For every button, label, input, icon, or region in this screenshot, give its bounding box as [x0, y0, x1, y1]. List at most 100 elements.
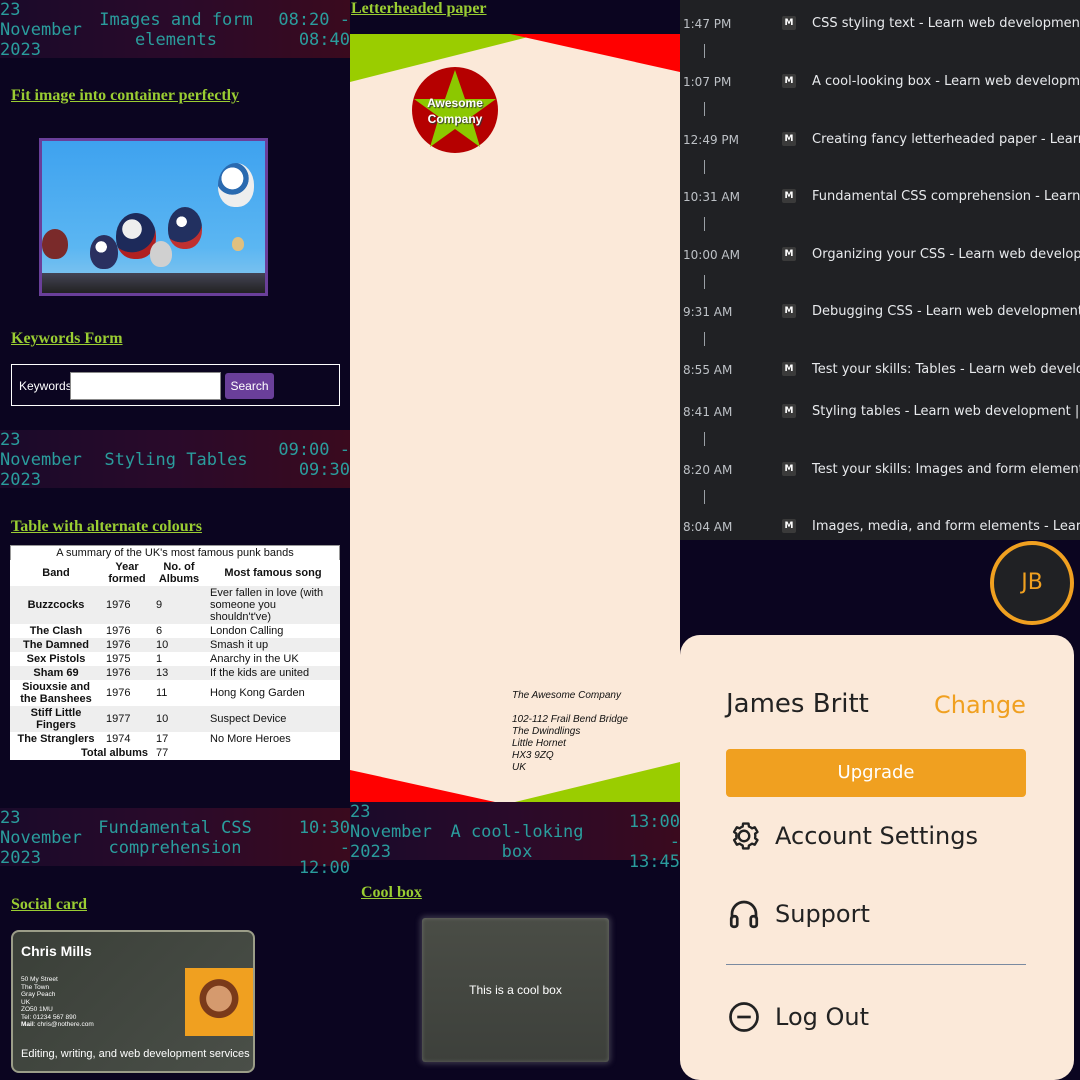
- support-item[interactable]: Support: [726, 894, 1026, 934]
- column-header: Most famous song: [224, 567, 322, 579]
- search-button[interactable]: Search: [225, 373, 274, 399]
- history-entry[interactable]: 1:07 PM M A cool-looking box - Learn web d…: [680, 72, 1080, 92]
- mdn-favicon-icon: M: [782, 247, 796, 261]
- banner-time: 09:00 - 09:30: [278, 440, 350, 480]
- mdn-favicon-icon: M: [782, 74, 796, 88]
- history-entry[interactable]: 8:04 AM M Images, media, and form elements…: [680, 517, 1080, 537]
- table-row: Siouxsie and the Banshees 1976 11 Hong Kong…: [10, 680, 340, 706]
- company-logo: Awesome Company: [412, 67, 498, 153]
- timeline-connector: [704, 44, 705, 58]
- history-time: 8:55 AM: [683, 363, 733, 377]
- table-row: Sex Pistols 1975 1 Anarchy in the UK: [10, 652, 340, 666]
- history-entry[interactable]: 10:00 AM M Organizing your CSS - Learn web…: [680, 245, 1080, 265]
- table-cell: 1977: [106, 713, 131, 725]
- history-entry[interactable]: 8:55 AM M Test your skills: Tables - Learn…: [680, 360, 1080, 380]
- keywords-input[interactable]: [70, 372, 221, 400]
- address-line: The Town: [21, 983, 50, 991]
- headphones-icon: [729, 900, 759, 929]
- panel-browser: 1:47 PM M CSS styling text - Learn web dev…: [680, 0, 1080, 1080]
- history-time: 12:49 PM: [683, 133, 739, 147]
- history-time: 8:04 AM: [683, 520, 733, 534]
- timeline-connector: [704, 275, 705, 289]
- log-out-item[interactable]: Log Out: [726, 997, 1026, 1037]
- history-time: 1:47 PM: [683, 17, 732, 31]
- history-title: Styling tables - Learn web development |…: [812, 404, 1080, 419]
- section-heading: Fit image into container perfectly: [11, 87, 240, 104]
- table-cell: If the kids are united: [210, 667, 310, 679]
- table-cell: 11: [156, 687, 168, 699]
- card-address: 50 My Street The Town Gray Peach UK ZO50…: [21, 976, 94, 1029]
- table-cell: 1: [156, 653, 163, 665]
- history-title: Debugging CSS - Learn web development: [812, 304, 1080, 319]
- menu-divider: [726, 964, 1026, 965]
- schedule-banner: 23 November 2023 A cool-loking box 13:00…: [350, 802, 680, 872]
- history-time: 8:20 AM: [683, 463, 733, 477]
- history-entry[interactable]: 1:47 PM M CSS styling text - Learn web dev…: [680, 14, 1080, 34]
- panel-learning-log-middle: Letterheaded paper Awesome Company The Aw…: [350, 0, 680, 1080]
- table-row: Buzzcocks 1976 9 Ever fallen in love (with …: [10, 586, 340, 624]
- mdn-favicon-icon: M: [782, 362, 796, 376]
- keywords-form: Keywords Search: [11, 364, 340, 406]
- history-time: 9:31 AM: [683, 305, 733, 319]
- table-cell: 1976: [106, 599, 131, 611]
- social-card: Chris Mills 50 My Street The Town Gray P…: [11, 930, 255, 1073]
- schedule-banner: 23 November 2023 Fundamental CSS compreh…: [0, 808, 350, 878]
- footer-value: 77: [156, 747, 169, 759]
- table-cell: 1975: [106, 653, 131, 665]
- history-entry[interactable]: 8:20 AM M Test your skills: Images and for…: [680, 460, 1080, 480]
- history-entry[interactable]: 9:31 AM M Debugging CSS - Learn web develo…: [680, 302, 1080, 322]
- table-cell: 1976: [106, 639, 131, 651]
- menu-item-label: Support: [775, 900, 870, 928]
- band-name: Stiff Little Fingers: [30, 707, 82, 731]
- band-name: The Clash: [29, 625, 83, 637]
- band-name: Siouxsie and the Banshees: [20, 681, 92, 705]
- schedule-banner: 23 November 2023 Images and form element…: [0, 0, 350, 60]
- letterhead-paper: Awesome Company The Awesome Company 102-1…: [350, 34, 680, 802]
- punk-bands-table: A summary of the UK's most famous punk b…: [10, 545, 340, 760]
- tel-label: Tel: [21, 1013, 30, 1021]
- history-title: Fundamental CSS comprehension - Learn: [812, 189, 1080, 204]
- mdn-favicon-icon: M: [782, 189, 796, 203]
- table-cell: 1974: [106, 733, 131, 745]
- letterhead-decoration: [350, 34, 680, 802]
- table-cell: Hong Kong Garden: [210, 687, 305, 699]
- table-cell: London Calling: [210, 625, 284, 637]
- user-avatar[interactable]: JB: [990, 541, 1074, 625]
- history-entry[interactable]: 12:49 PM M Creating fancy letterheaded pap…: [680, 130, 1080, 150]
- table-cell: No More Heroes: [210, 733, 291, 745]
- banner-date: 23 November 2023: [0, 430, 82, 490]
- change-account-link[interactable]: Change: [934, 691, 1026, 719]
- table-row: The Clash 1976 6 London Calling: [10, 624, 340, 638]
- history-entry[interactable]: 8:41 AM M Styling tables - Learn web devel…: [680, 402, 1080, 422]
- address-line: Little Hornet: [512, 738, 566, 749]
- band-name: Buzzcocks: [27, 599, 85, 611]
- table-cell: 17: [156, 733, 169, 745]
- history-title: Test your skills: Tables - Learn web dev…: [812, 362, 1080, 377]
- table-cell: Suspect Device: [210, 713, 287, 725]
- banner-time: 08:20 - 08:40: [278, 10, 350, 50]
- history-time: 10:31 AM: [683, 190, 740, 204]
- card-tagline: Editing, writing, and web development se…: [21, 1048, 250, 1060]
- address-line: 50 My Street: [21, 976, 58, 983]
- history-title: Images, media, and form elements - Learn: [812, 519, 1080, 534]
- history-time: 1:07 PM: [683, 75, 732, 89]
- account-settings-item[interactable]: Account Settings: [726, 816, 1026, 856]
- table-cell: Ever fallen in love (with someone you sh…: [210, 587, 324, 623]
- timeline-connector: [704, 490, 705, 504]
- table-row: The Stranglers 1974 17 No More Heroes: [10, 732, 340, 746]
- mdn-favicon-icon: M: [782, 304, 796, 318]
- banner-date: 23 November 2023: [0, 808, 82, 868]
- band-name: Sex Pistols: [26, 653, 86, 665]
- history-title: Organizing your CSS - Learn web developm: [812, 247, 1080, 262]
- profile-photo: [185, 968, 253, 1036]
- section-heading: Cool box: [361, 884, 422, 901]
- band-name: The Damned: [22, 639, 89, 651]
- balloons-image: [39, 138, 268, 296]
- gear-icon: [732, 822, 759, 850]
- address-line: UK: [21, 998, 31, 1006]
- history-entry[interactable]: 10:31 AM M Fundamental CSS comprehension -…: [680, 187, 1080, 207]
- timeline-connector: [704, 332, 705, 346]
- banner-title: A cool-loking box: [450, 822, 584, 862]
- table-cell: 6: [156, 625, 163, 637]
- upgrade-button[interactable]: Upgrade: [726, 749, 1026, 797]
